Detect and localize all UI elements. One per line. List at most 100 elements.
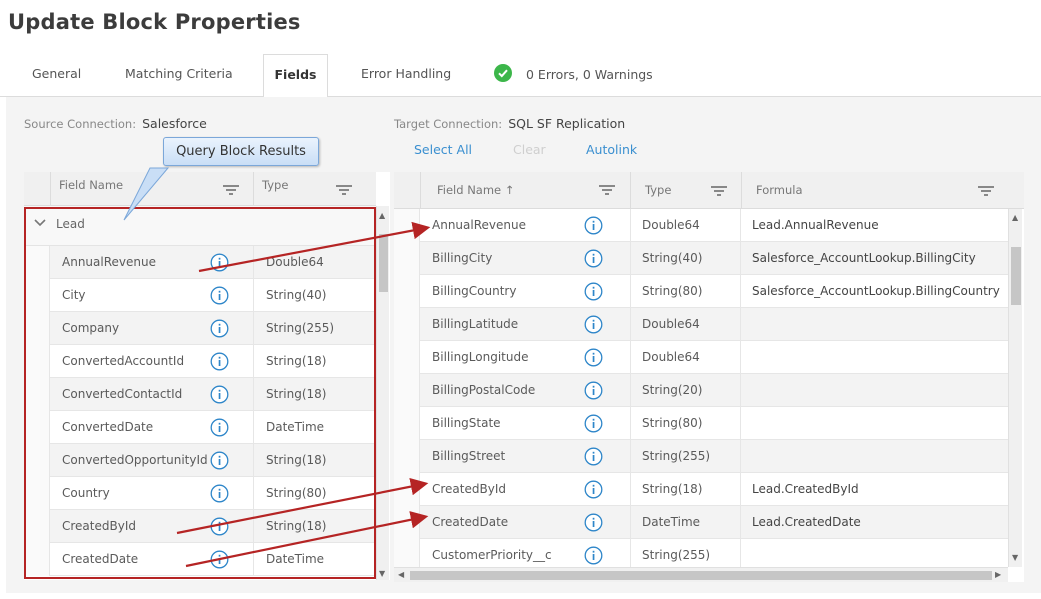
target-type-header[interactable]: Type xyxy=(630,172,741,209)
row-selector[interactable] xyxy=(394,473,420,506)
info-icon[interactable] xyxy=(584,282,603,305)
scroll-up-arrow-icon[interactable]: ▲ xyxy=(379,211,385,220)
info-icon[interactable] xyxy=(210,385,229,408)
source-field-row[interactable]: CreatedById String(18) xyxy=(24,510,376,543)
row-selector[interactable] xyxy=(24,477,50,510)
row-selector[interactable] xyxy=(394,242,420,275)
scrollbar-thumb[interactable] xyxy=(1011,247,1021,305)
source-field-row[interactable]: CreatedDate DateTime xyxy=(24,543,376,576)
row-selector[interactable] xyxy=(24,345,50,378)
row-selector[interactable] xyxy=(24,510,50,543)
field-type: String(20) xyxy=(630,374,741,407)
source-field-row[interactable]: Country String(80) xyxy=(24,477,376,510)
info-icon[interactable] xyxy=(584,249,603,272)
tab-fields[interactable]: Fields xyxy=(263,54,328,98)
row-selector[interactable] xyxy=(24,411,50,444)
target-field-name-header[interactable]: Field Name ↑ xyxy=(420,172,630,209)
target-formula-header[interactable]: Formula xyxy=(741,172,1007,209)
field-formula[interactable]: Lead.CreatedById xyxy=(752,482,859,496)
row-selector[interactable] xyxy=(394,440,420,473)
row-selector[interactable] xyxy=(394,506,420,539)
source-vertical-scrollbar[interactable] xyxy=(376,206,389,580)
autolink-link[interactable]: Autolink xyxy=(586,142,637,157)
field-formula[interactable]: Salesforce_AccountLookup.BillingCity xyxy=(752,251,976,265)
source-type-header[interactable]: Type xyxy=(253,172,376,206)
target-connection: Target Connection: SQL SF Replication xyxy=(394,116,625,131)
target-horizontal-scrollbar[interactable] xyxy=(394,567,1008,582)
source-field-row[interactable]: ConvertedDate DateTime xyxy=(24,411,376,444)
target-field-row[interactable]: CreatedDate DateTime Lead.CreatedDate xyxy=(394,506,1008,539)
filter-icon[interactable] xyxy=(336,184,352,196)
scroll-up-arrow-icon[interactable]: ▲ xyxy=(1012,213,1018,222)
target-vertical-scrollbar[interactable] xyxy=(1008,209,1022,567)
info-icon[interactable] xyxy=(210,451,229,474)
info-icon[interactable] xyxy=(584,414,603,437)
source-field-row[interactable]: Company String(255) xyxy=(24,312,376,345)
scroll-right-arrow-icon[interactable]: ▶ xyxy=(995,570,1001,579)
field-type: String(255) xyxy=(630,440,741,473)
target-field-row[interactable]: BillingCountry String(80) Salesforce_Accou… xyxy=(394,275,1008,308)
source-field-row[interactable]: ConvertedOpportunityId String(18) xyxy=(24,444,376,477)
info-icon[interactable] xyxy=(210,484,229,507)
info-icon[interactable] xyxy=(584,216,603,239)
tab-error-handling[interactable]: Error Handling xyxy=(361,54,451,97)
source-field-name-header[interactable]: Field Name xyxy=(50,172,253,206)
row-selector[interactable] xyxy=(24,444,50,477)
scroll-down-arrow-icon[interactable]: ▼ xyxy=(1012,553,1018,562)
field-formula[interactable]: Lead.AnnualRevenue xyxy=(752,218,879,232)
info-icon[interactable] xyxy=(210,418,229,441)
target-field-row[interactable]: BillingLatitude Double64 xyxy=(394,308,1008,341)
info-icon[interactable] xyxy=(210,550,229,573)
field-formula[interactable]: Lead.CreatedDate xyxy=(752,515,861,529)
tab-matching-criteria[interactable]: Matching Criteria xyxy=(125,54,233,97)
info-icon[interactable] xyxy=(584,315,603,338)
source-field-row[interactable]: AnnualRevenue Double64 xyxy=(24,246,376,279)
row-selector[interactable] xyxy=(394,341,420,374)
row-selector[interactable] xyxy=(24,279,50,312)
field-formula[interactable]: Salesforce_AccountLookup.BillingCountry xyxy=(752,284,1000,298)
info-icon[interactable] xyxy=(210,352,229,375)
scroll-down-arrow-icon[interactable]: ▼ xyxy=(379,569,385,578)
info-icon[interactable] xyxy=(584,480,603,503)
row-selector[interactable] xyxy=(24,312,50,345)
scroll-left-arrow-icon[interactable]: ◀ xyxy=(398,570,404,579)
row-selector[interactable] xyxy=(394,374,420,407)
filter-icon[interactable] xyxy=(223,184,239,196)
info-icon[interactable] xyxy=(210,286,229,309)
filter-icon[interactable] xyxy=(711,185,727,197)
row-selector[interactable] xyxy=(24,378,50,411)
target-field-row[interactable]: BillingState String(80) xyxy=(394,407,1008,440)
target-field-row[interactable]: CreatedById String(18) Lead.CreatedById xyxy=(394,473,1008,506)
row-selector[interactable] xyxy=(24,543,50,576)
clear-link[interactable]: Clear xyxy=(513,142,546,157)
info-icon[interactable] xyxy=(584,381,603,404)
row-selector[interactable] xyxy=(394,308,420,341)
info-icon[interactable] xyxy=(210,517,229,540)
target-field-row[interactable]: BillingStreet String(255) xyxy=(394,440,1008,473)
group-row-lead[interactable]: Lead xyxy=(24,206,376,246)
info-icon[interactable] xyxy=(584,513,603,536)
target-field-row[interactable]: BillingPostalCode String(20) xyxy=(394,374,1008,407)
row-selector[interactable] xyxy=(394,407,420,440)
scrollbar-thumb[interactable] xyxy=(410,571,992,580)
target-field-row[interactable]: BillingCity String(40) Salesforce_AccountL… xyxy=(394,242,1008,275)
select-all-link[interactable]: Select All xyxy=(414,142,472,157)
target-field-row[interactable]: BillingLongitude Double64 xyxy=(394,341,1008,374)
filter-icon[interactable] xyxy=(599,184,615,196)
info-icon[interactable] xyxy=(584,348,603,371)
chevron-down-icon[interactable] xyxy=(34,218,46,228)
info-icon[interactable] xyxy=(584,546,603,569)
row-selector[interactable] xyxy=(24,246,50,279)
target-field-row[interactable]: AnnualRevenue Double64 Lead.AnnualRevenue xyxy=(394,209,1008,242)
info-icon[interactable] xyxy=(210,253,229,276)
info-icon[interactable] xyxy=(584,447,603,470)
tab-general[interactable]: General xyxy=(32,54,81,97)
source-field-row[interactable]: ConvertedContactId String(18) xyxy=(24,378,376,411)
info-icon[interactable] xyxy=(210,319,229,342)
row-selector[interactable] xyxy=(394,275,420,308)
source-field-row[interactable]: ConvertedAccountId String(18) xyxy=(24,345,376,378)
row-selector[interactable] xyxy=(394,209,420,242)
filter-icon[interactable] xyxy=(978,185,994,197)
source-field-row[interactable]: City String(40) xyxy=(24,279,376,312)
scrollbar-thumb[interactable] xyxy=(379,234,388,292)
